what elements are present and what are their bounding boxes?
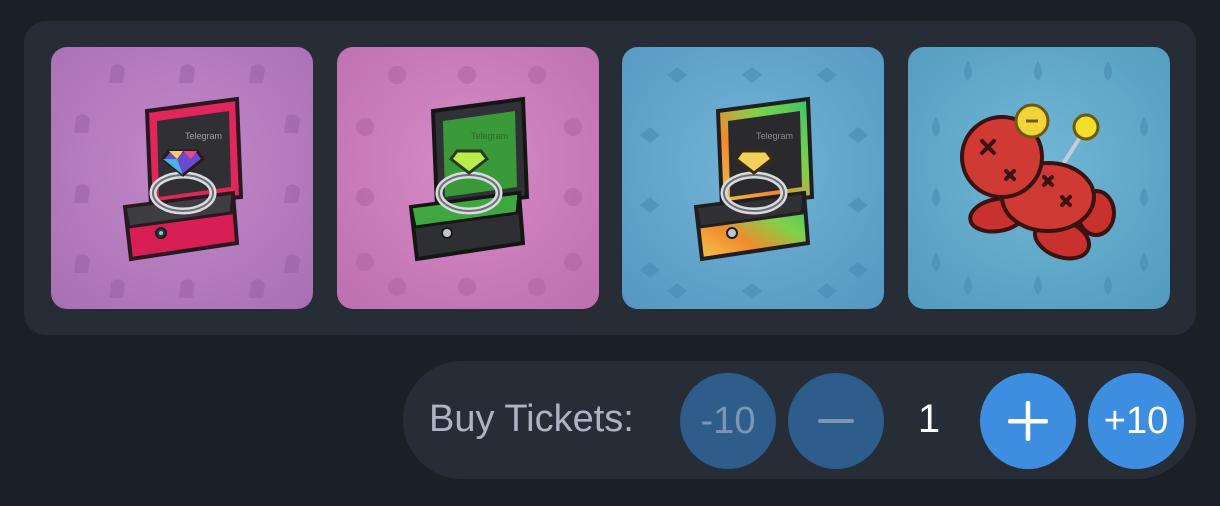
ring-box-icon: Telegram [693,96,815,262]
gift-card-red-ring-box[interactable]: Telegram [51,47,313,309]
gift-card-voodoo-doll[interactable] [908,47,1170,309]
minus-icon [818,419,854,423]
buy-tickets-label: Buy Tickets: [429,398,634,440]
gift-card-rainbow-ring-box[interactable]: Telegram [622,47,884,309]
plus-10-button[interactable]: +10 [1088,373,1184,469]
ring-box-icon: Telegram [408,96,530,262]
brand-text: Telegram [185,131,222,141]
ticket-quantity: 1 [917,397,941,441]
gift-card-green-ring-box[interactable]: Telegram [337,47,599,309]
buy-tickets-bar: Buy Tickets: -10 1 +10 [403,361,1196,479]
gift-panel: Telegram Telegram Telegram [24,21,1196,335]
increment-button[interactable] [980,373,1076,469]
voodoo-doll-icon [960,103,1116,261]
minus-10-label: -10 [700,399,756,442]
plus-10-label: +10 [1103,399,1169,442]
decrement-button[interactable] [788,373,884,469]
minus-10-button[interactable]: -10 [680,373,776,469]
plus-icon [1008,401,1048,441]
ring-box-icon: Telegram [122,96,244,262]
brand-text: Telegram [756,131,793,141]
brand-text: Telegram [471,131,508,141]
